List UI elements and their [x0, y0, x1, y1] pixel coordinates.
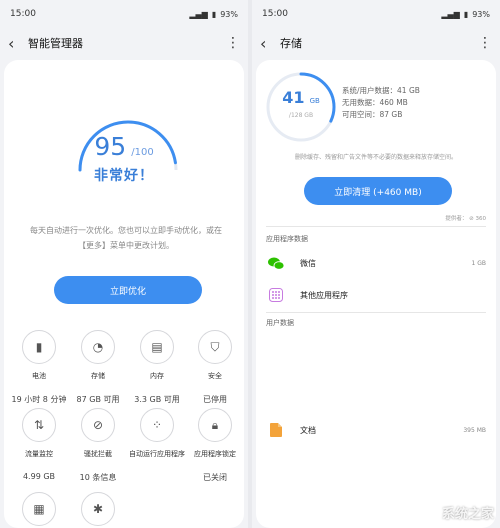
- signal-icon: ▂▄▆: [189, 9, 208, 19]
- back-icon[interactable]: ‹: [8, 34, 28, 53]
- tile-more-2[interactable]: ✱: [69, 492, 127, 526]
- signal-icon: ▂▄▆: [441, 9, 460, 19]
- more-options-icon[interactable]: ⋮: [226, 35, 240, 51]
- section-user-data: 用户数据: [266, 319, 294, 327]
- tile-security[interactable]: ⛉ 安全 已停用: [186, 330, 244, 405]
- battery-status-icon: ▮: [463, 9, 469, 19]
- app-bar: ‹ 存储 ⋮: [252, 28, 500, 58]
- grid-icon: ▦: [22, 492, 56, 526]
- tile-label: 存储: [91, 372, 105, 380]
- tile-value: 4.99 GB: [22, 472, 56, 481]
- tile-label: 内存: [150, 372, 164, 380]
- tile-label: 自动运行应用程序: [129, 450, 185, 458]
- more-options-icon[interactable]: ⋮: [478, 35, 492, 51]
- battery-percent: 93%: [472, 9, 490, 19]
- battery-status-icon: ▮: [211, 9, 217, 19]
- storage-icon: ◔: [81, 330, 115, 364]
- status-time: 15:00: [262, 9, 288, 19]
- storage-total: /128 GB: [288, 112, 314, 119]
- back-icon[interactable]: ‹: [260, 34, 280, 53]
- app-name: 微信: [300, 258, 316, 268]
- battery-percent: 93%: [220, 9, 238, 19]
- tile-value: 19 小时 8 分钟: [11, 395, 67, 404]
- tile-storage[interactable]: ◔ 存储 87 GB 可用: [69, 330, 127, 405]
- status-bar: 15:00 ▂▄▆ ▮ 93%: [252, 0, 500, 28]
- wechat-icon: [266, 255, 286, 271]
- list-item-wechat[interactable]: 微信 1 GB: [266, 251, 486, 275]
- tile-label: 应用程序锁定: [194, 450, 236, 458]
- tile-label: 骚扰拦截: [84, 450, 112, 458]
- score-max: /100: [131, 147, 154, 158]
- tile-more-1[interactable]: ▦: [10, 492, 68, 526]
- storage-used-unit: GB: [309, 97, 320, 105]
- app-bar: ‹ 智能管理器 ⋮: [0, 28, 248, 58]
- clean-hint: 删除缓存、残留和广告文件等不必要的数据来释放存储空间。: [294, 154, 457, 161]
- storage-used-value: 41: [282, 88, 305, 107]
- stat-system-data: 系统/用户数据：41 GB: [342, 86, 420, 95]
- block-icon: ⊘: [81, 408, 115, 442]
- tile-label: 电池: [32, 372, 46, 380]
- tile-value: 3.3 GB 可用: [134, 395, 180, 404]
- page-title: 智能管理器: [28, 37, 83, 50]
- autostart-icon: ⁘: [140, 408, 174, 442]
- tile-label: 流量监控: [25, 450, 53, 458]
- data-monitor-icon: ⇅: [22, 408, 56, 442]
- tile-value: 87 GB 可用: [76, 395, 120, 404]
- document-icon: [266, 422, 286, 438]
- section-app-data: 应用程序数据: [266, 235, 308, 243]
- list-item-other-apps[interactable]: 其他应用程序: [266, 283, 486, 307]
- storage-screen: 15:00 ▂▄▆ ▮ 93% ‹ 存储 ⋮ 41 GB /128 GB 系统/…: [252, 0, 500, 528]
- clean-now-button[interactable]: 立即清理 (+460 MB): [304, 177, 452, 205]
- documents-size: 395 MB: [463, 426, 486, 434]
- app-size: 1 GB: [471, 259, 487, 267]
- powered-by: 提供者： ⊘ 360: [445, 216, 486, 222]
- shield-icon: ⛉: [198, 330, 232, 364]
- tile-label: 安全: [208, 372, 222, 380]
- battery-icon: ▮: [22, 330, 56, 364]
- smart-manager-screen: 15:00 ▂▄▆ ▮ 93% ‹ 智能管理器 ⋮ 95 /100 非常好！ 每…: [0, 0, 248, 528]
- optimization-description: 每天自动进行一次优化。您也可以立即手动优化，或在【更多】菜单中更改计划。: [30, 226, 222, 250]
- documents-name: 文档: [300, 425, 316, 435]
- storage-card: 41 GB /128 GB 系统/用户数据：41 GB 无用数据：460 MB …: [256, 60, 496, 528]
- tile-call-block[interactable]: ⊘ 骚扰拦截 10 条信息: [69, 408, 127, 483]
- stat-free-space: 可用空间：87 GB: [342, 110, 403, 119]
- tile-app-lock[interactable]: 🔒︎ 应用程序锁定 已关闭: [186, 408, 244, 483]
- page-title: 存储: [280, 37, 302, 50]
- tile-value: 10 条信息: [79, 473, 117, 482]
- status-time: 15:00: [10, 9, 36, 19]
- tile-battery[interactable]: ▮ 电池 19 小时 8 分钟: [10, 330, 68, 405]
- app-name: 其他应用程序: [300, 290, 348, 300]
- tile-autostart[interactable]: ⁘ 自动运行应用程序: [128, 408, 186, 472]
- lock-icon: 🔒︎: [198, 408, 232, 442]
- score-display: 95 /100: [4, 132, 244, 161]
- divider: [266, 226, 486, 227]
- memory-icon: ▤: [140, 330, 174, 364]
- storage-ring: [266, 72, 336, 142]
- tile-value: 已关闭: [203, 473, 227, 482]
- settings-icon: ✱: [81, 492, 115, 526]
- storage-used: 41 GB: [264, 88, 338, 107]
- optimize-now-button[interactable]: 立即优化: [54, 276, 202, 304]
- other-apps-icon: [266, 287, 286, 303]
- status-bar: 15:00 ▂▄▆ ▮ 93%: [0, 0, 248, 28]
- score-value: 95: [94, 132, 127, 161]
- tile-data-monitor[interactable]: ⇅ 流量监控 4.99 GB: [10, 408, 68, 481]
- score-verdict: 非常好！: [94, 168, 154, 184]
- optimization-card: 95 /100 非常好！ 每天自动进行一次优化。您也可以立即手动优化，或在【更多…: [4, 60, 244, 528]
- tile-memory[interactable]: ▤ 内存 3.3 GB 可用: [128, 330, 186, 405]
- storage-stats: 系统/用户数据：41 GB 无用数据：460 MB 可用空间：87 GB: [342, 85, 420, 121]
- list-item-documents[interactable]: 文档 395 MB: [266, 418, 486, 442]
- divider: [266, 312, 486, 313]
- stat-junk-data: 无用数据：460 MB: [342, 98, 408, 107]
- watermark: 系统之家: [441, 507, 494, 522]
- tile-value: 已停用: [203, 395, 227, 404]
